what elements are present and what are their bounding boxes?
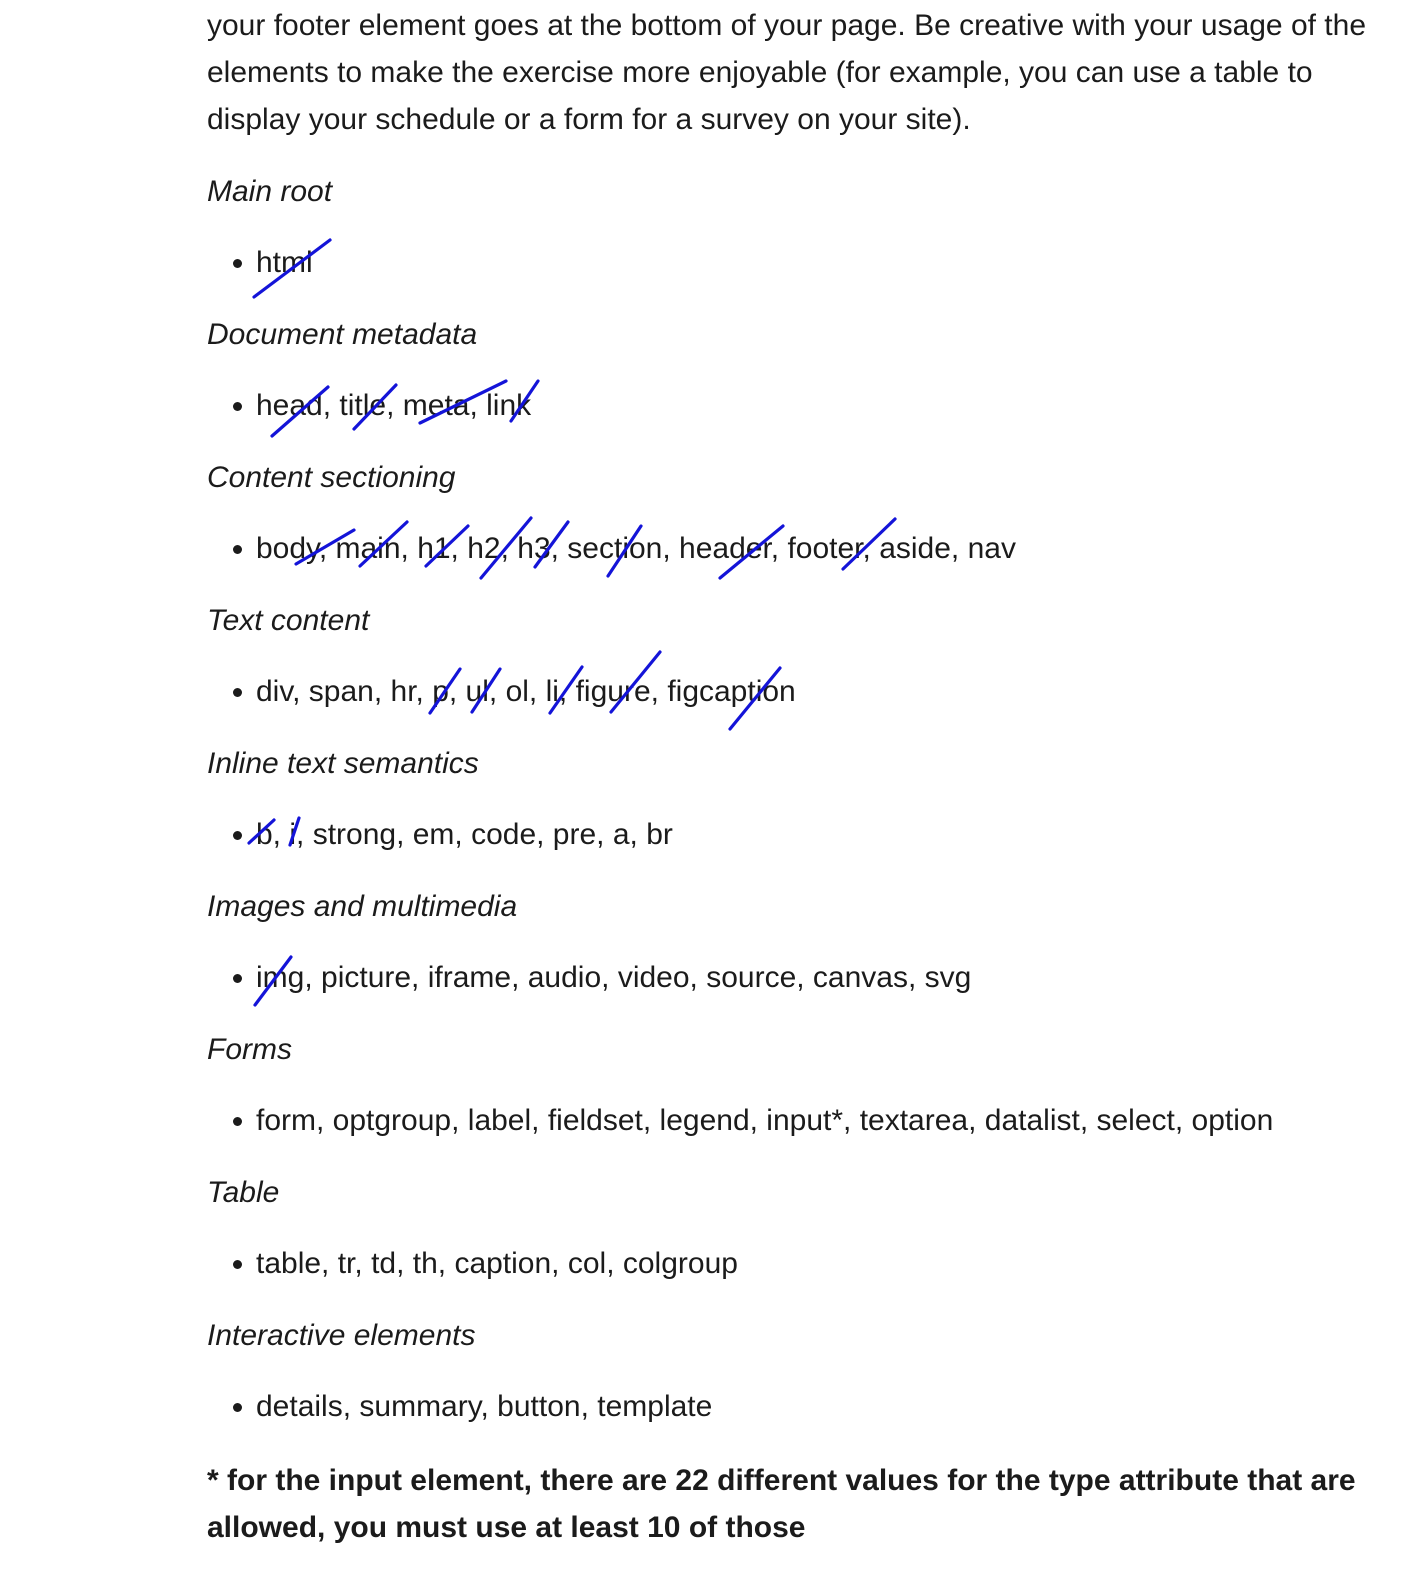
intro-line: your footer element goes at the bottom o… [207, 9, 1367, 42]
list-item-text: html [256, 246, 313, 279]
section-heading-main-root: Main root [207, 175, 333, 208]
list-item: head, title, meta, link [207, 382, 1426, 429]
section-heading-interactive-elements: Interactive elements [207, 1319, 476, 1352]
list-item-text: div, span, hr, p, ul, ol, li, figure, fi… [256, 675, 796, 708]
element-list-inline-text-semantics: b, i, strong, em, code, pre, a, br [207, 811, 1426, 858]
list-item: table, tr, td, th, caption, col, colgrou… [207, 1240, 1426, 1287]
intro-line: elements to make the exercise more enjoy… [207, 56, 1313, 89]
list-item: div, span, hr, p, ul, ol, li, figure, fi… [207, 668, 1426, 715]
element-list-forms: form, optgroup, label, fieldset, legend,… [207, 1097, 1426, 1144]
bullet-icon [233, 688, 242, 697]
input-requirement-note: * for the input element, there are 22 di… [207, 1457, 1426, 1551]
list-item-text: img, picture, iframe, audio, video, sour… [256, 961, 972, 994]
list-item-text: table, tr, td, th, caption, col, colgrou… [256, 1247, 738, 1280]
section-heading-inline-text-semantics: Inline text semantics [207, 747, 479, 780]
section-heading-document-metadata: Document metadata [207, 318, 478, 351]
list-item: details, summary, button, template [207, 1383, 1426, 1430]
section-heading-images-and-multimedia: Images and multimedia [207, 890, 518, 923]
section-heading-forms: Forms [207, 1033, 292, 1066]
bullet-icon [233, 831, 242, 840]
list-item-text: head, title, meta, link [256, 389, 532, 422]
bullet-icon [233, 1403, 242, 1412]
list-item-text: b, i, strong, em, code, pre, a, br [256, 818, 673, 851]
bullet-icon [233, 402, 242, 411]
list-item: form, optgroup, label, fieldset, legend,… [207, 1097, 1426, 1144]
list-item: body, main, h1, h2, h3, section, header,… [207, 525, 1426, 572]
element-list-table: table, tr, td, th, caption, col, colgrou… [207, 1240, 1426, 1287]
bullet-icon [233, 545, 242, 554]
section-heading-text-content: Text content [207, 604, 370, 637]
element-list-interactive-elements: details, summary, button, template [207, 1383, 1426, 1430]
list-item-text: body, main, h1, h2, h3, section, header,… [256, 532, 1016, 565]
list-item-text: details, summary, button, template [256, 1390, 713, 1423]
element-list-document-metadata: head, title, meta, link [207, 382, 1426, 429]
assignment-content: your footer element goes at the bottom o… [207, 0, 1426, 1551]
list-item: b, i, strong, em, code, pre, a, br [207, 811, 1426, 858]
intro-line: display your schedule or a form for a su… [207, 103, 971, 136]
element-list-images-and-multimedia: img, picture, iframe, audio, video, sour… [207, 954, 1426, 1001]
note-line: * for the input element, there are 22 di… [207, 1464, 1356, 1497]
note-line: allowed, you must use at least 10 of tho… [207, 1511, 806, 1544]
bullet-icon [233, 1117, 242, 1126]
list-item-text: form, optgroup, label, fieldset, legend,… [256, 1104, 1274, 1137]
list-item: html [207, 239, 1426, 286]
bullet-icon [233, 1260, 242, 1269]
bullet-icon [233, 974, 242, 983]
section-heading-table: Table [207, 1176, 280, 1209]
section-heading-content-sectioning: Content sectioning [207, 461, 456, 494]
bullet-icon [233, 259, 242, 268]
list-item: img, picture, iframe, audio, video, sour… [207, 954, 1426, 1001]
element-list-text-content: div, span, hr, p, ul, ol, li, figure, fi… [207, 668, 1426, 715]
element-list-content-sectioning: body, main, h1, h2, h3, section, header,… [207, 525, 1426, 572]
element-list-main-root: html [207, 239, 1426, 286]
intro-paragraph: your footer element goes at the bottom o… [207, 2, 1426, 143]
